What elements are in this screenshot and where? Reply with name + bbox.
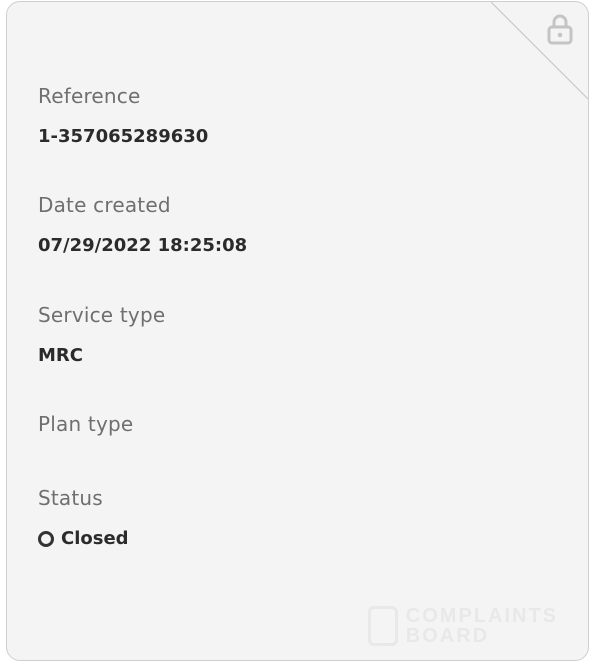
status-ring-icon bbox=[38, 530, 54, 547]
date-created-field: Date created 07/29/2022 18:25:08 bbox=[38, 193, 247, 256]
date-created-value: 07/29/2022 18:25:08 bbox=[38, 235, 248, 256]
date-created-label: Date created bbox=[38, 193, 171, 217]
status-value: Closed bbox=[38, 528, 129, 549]
watermark: COMPLAINTS BOARD bbox=[367, 605, 558, 647]
watermark-line1: COMPLAINTS bbox=[405, 605, 558, 627]
watermark-logo bbox=[367, 606, 398, 646]
watermark-line2: BOARD bbox=[405, 625, 490, 647]
service-type-field: Service type MRC bbox=[38, 303, 165, 366]
reference-label: Reference bbox=[38, 84, 141, 108]
card-corner-fold bbox=[490, 2, 588, 100]
plan-type-label: Plan type bbox=[38, 412, 134, 436]
service-type-label: Service type bbox=[38, 303, 166, 327]
service-type-value: MRC bbox=[38, 345, 83, 366]
status-label: Status bbox=[38, 486, 103, 510]
lock-icon bbox=[547, 14, 573, 45]
status-text: Closed bbox=[61, 528, 129, 549]
plan-type-field: Plan type bbox=[38, 412, 133, 454]
ticket-details-card: Reference 1-357065289630 Date created 07… bbox=[6, 1, 589, 661]
reference-value: 1-357065289630 bbox=[38, 126, 209, 147]
reference-field: Reference 1-357065289630 bbox=[38, 84, 208, 147]
status-field: Status Closed bbox=[38, 486, 129, 549]
